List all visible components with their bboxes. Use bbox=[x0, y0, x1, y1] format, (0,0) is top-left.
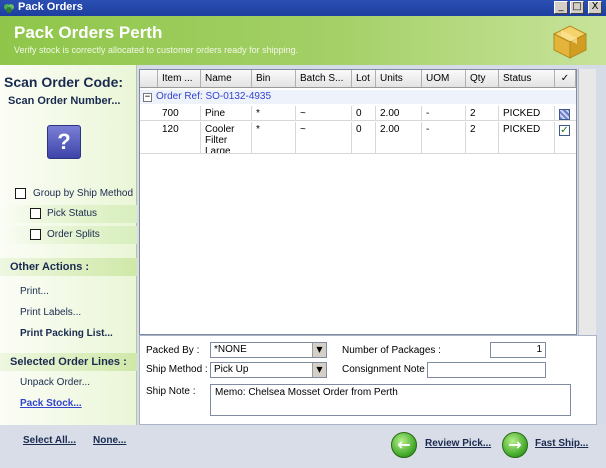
column-header-batch[interactable]: Batch S... bbox=[296, 70, 352, 87]
chevron-down-icon[interactable]: ▼ bbox=[312, 363, 326, 377]
box-icon bbox=[552, 25, 588, 59]
unpack-order-link[interactable]: Unpack Order... bbox=[20, 377, 90, 388]
cell-uom: - bbox=[422, 122, 466, 153]
review-pick-button[interactable]: Review Pick... bbox=[425, 438, 491, 449]
cell-lot: 0 bbox=[352, 122, 376, 153]
order-group-row[interactable]: − Order Ref: SO-0132-4935 bbox=[140, 90, 576, 104]
print-labels-link[interactable]: Print Labels... bbox=[20, 307, 81, 318]
column-header-item[interactable]: Item ... bbox=[158, 70, 201, 87]
page-title: Pack Orders Perth bbox=[14, 23, 163, 42]
forward-arrow-icon[interactable]: → bbox=[502, 432, 528, 458]
row-checkbox[interactable] bbox=[559, 109, 570, 120]
packed-by-value: *NONE bbox=[214, 344, 247, 355]
minimize-button[interactable]: _ bbox=[554, 1, 568, 14]
other-actions-title: Other Actions : bbox=[10, 261, 90, 273]
group-by-ship-method-checkbox[interactable] bbox=[15, 188, 26, 199]
pick-status-checkbox[interactable] bbox=[30, 208, 41, 219]
grid-header: Item ... Name Bin Batch S... Lot Units U… bbox=[140, 70, 576, 88]
order-splits-label: Order Splits bbox=[47, 229, 100, 240]
sidebar: Scan Order Code: Scan Order Number... ? … bbox=[0, 65, 137, 425]
pack-stock-link[interactable]: Pack Stock... bbox=[20, 398, 82, 409]
cell-batch: ~ bbox=[296, 106, 352, 120]
cell-uom: - bbox=[422, 106, 466, 120]
cell-item: 120 bbox=[158, 122, 201, 153]
maximize-button[interactable]: □ bbox=[570, 1, 584, 14]
cell-qty: 2 bbox=[466, 122, 499, 153]
select-all-link[interactable]: Select All... bbox=[23, 435, 76, 446]
table-row[interactable]: 120 Cooler Filter Large * ~ 0 2.00 - 2 P… bbox=[140, 122, 576, 154]
ship-note-label: Ship Note : bbox=[146, 386, 196, 397]
column-header-uom[interactable]: UOM bbox=[422, 70, 466, 87]
packing-details-form: Packed By : *NONE ▼ Ship Method : Pick U… bbox=[139, 335, 597, 425]
column-header-lot[interactable]: Lot bbox=[352, 70, 376, 87]
grid-scrollbar[interactable] bbox=[578, 69, 596, 335]
page-header: Pack Orders Perth Verify stock is correc… bbox=[0, 16, 606, 65]
ship-note-textarea[interactable]: Memo: Chelsea Mosset Order from Perth bbox=[210, 384, 571, 416]
selected-order-lines-header: Selected Order Lines : bbox=[0, 353, 137, 371]
packed-by-select[interactable]: *NONE ▼ bbox=[210, 342, 327, 358]
column-header-status[interactable]: Status bbox=[499, 70, 555, 87]
ship-method-value: Pick Up bbox=[214, 364, 249, 375]
order-ref-label: Order Ref: SO-0132-4935 bbox=[156, 91, 272, 102]
other-actions-header: Other Actions : bbox=[0, 258, 137, 276]
consignment-note-label: Consignment Note : bbox=[342, 364, 431, 375]
column-header-name[interactable]: Name bbox=[201, 70, 252, 87]
column-header-units[interactable]: Units bbox=[376, 70, 422, 87]
column-header-qty[interactable]: Qty bbox=[466, 70, 499, 87]
order-splits-checkbox[interactable] bbox=[30, 229, 41, 240]
cell-bin: * bbox=[252, 106, 296, 120]
app-icon bbox=[4, 4, 14, 13]
group-by-ship-method-option[interactable]: Group by Ship Method bbox=[0, 185, 137, 203]
cell-qty: 2 bbox=[466, 106, 499, 120]
window-titlebar[interactable]: Pack Orders _ □ X bbox=[0, 0, 606, 16]
cell-batch: ~ bbox=[296, 122, 352, 153]
column-header-check[interactable]: ✓ bbox=[555, 70, 576, 87]
number-of-packages-input[interactable]: 1 bbox=[490, 342, 546, 358]
pick-status-label: Pick Status bbox=[47, 208, 98, 219]
cell-name: Pine bbox=[201, 106, 252, 120]
table-row[interactable]: 700 Pine * ~ 0 2.00 - 2 PICKED bbox=[140, 106, 576, 121]
order-lines-grid[interactable]: Item ... Name Bin Batch S... Lot Units U… bbox=[139, 69, 577, 335]
help-icon[interactable]: ? bbox=[47, 125, 81, 159]
pick-status-option[interactable]: Pick Status bbox=[0, 205, 137, 223]
page-subtitle: Verify stock is correctly allocated to c… bbox=[14, 45, 299, 55]
column-header-bin[interactable]: Bin bbox=[252, 70, 296, 87]
back-arrow-icon[interactable]: ← bbox=[391, 432, 417, 458]
window-title: Pack Orders bbox=[18, 1, 83, 13]
consignment-note-input[interactable] bbox=[427, 362, 546, 378]
fast-ship-button[interactable]: Fast Ship... bbox=[535, 438, 588, 449]
cell-bin: * bbox=[252, 122, 296, 153]
cell-units: 2.00 bbox=[376, 122, 422, 153]
chevron-down-icon[interactable]: ▼ bbox=[312, 343, 326, 357]
selected-order-lines-title: Selected Order Lines : bbox=[10, 356, 127, 368]
footer: Select All... None... ← Review Pick... →… bbox=[0, 425, 606, 468]
row-checkbox[interactable]: ✓ bbox=[559, 125, 570, 136]
scan-order-number-link[interactable]: Scan Order Number... bbox=[8, 95, 120, 107]
number-of-packages-label: Number of Packages : bbox=[342, 345, 441, 356]
group-by-ship-method-label: Group by Ship Method bbox=[33, 188, 134, 199]
select-none-link[interactable]: None... bbox=[93, 435, 126, 446]
print-packing-list-link[interactable]: Print Packing List... bbox=[20, 328, 113, 339]
packed-by-label: Packed By : bbox=[146, 345, 200, 356]
scan-order-title: Scan Order Code: bbox=[4, 74, 124, 90]
cell-name: Cooler Filter Large bbox=[201, 122, 252, 153]
close-button[interactable]: X bbox=[588, 1, 602, 14]
ship-method-select[interactable]: Pick Up ▼ bbox=[210, 362, 327, 378]
cell-status: PICKED bbox=[499, 106, 555, 120]
cell-status: PICKED bbox=[499, 122, 555, 153]
cell-item: 700 bbox=[158, 106, 201, 120]
cell-units: 2.00 bbox=[376, 106, 422, 120]
print-link[interactable]: Print... bbox=[20, 286, 49, 297]
collapse-icon[interactable]: − bbox=[143, 93, 152, 102]
grid-corner bbox=[140, 70, 158, 87]
ship-method-label: Ship Method : bbox=[146, 364, 208, 375]
cell-lot: 0 bbox=[352, 106, 376, 120]
order-splits-option[interactable]: Order Splits bbox=[0, 226, 137, 244]
